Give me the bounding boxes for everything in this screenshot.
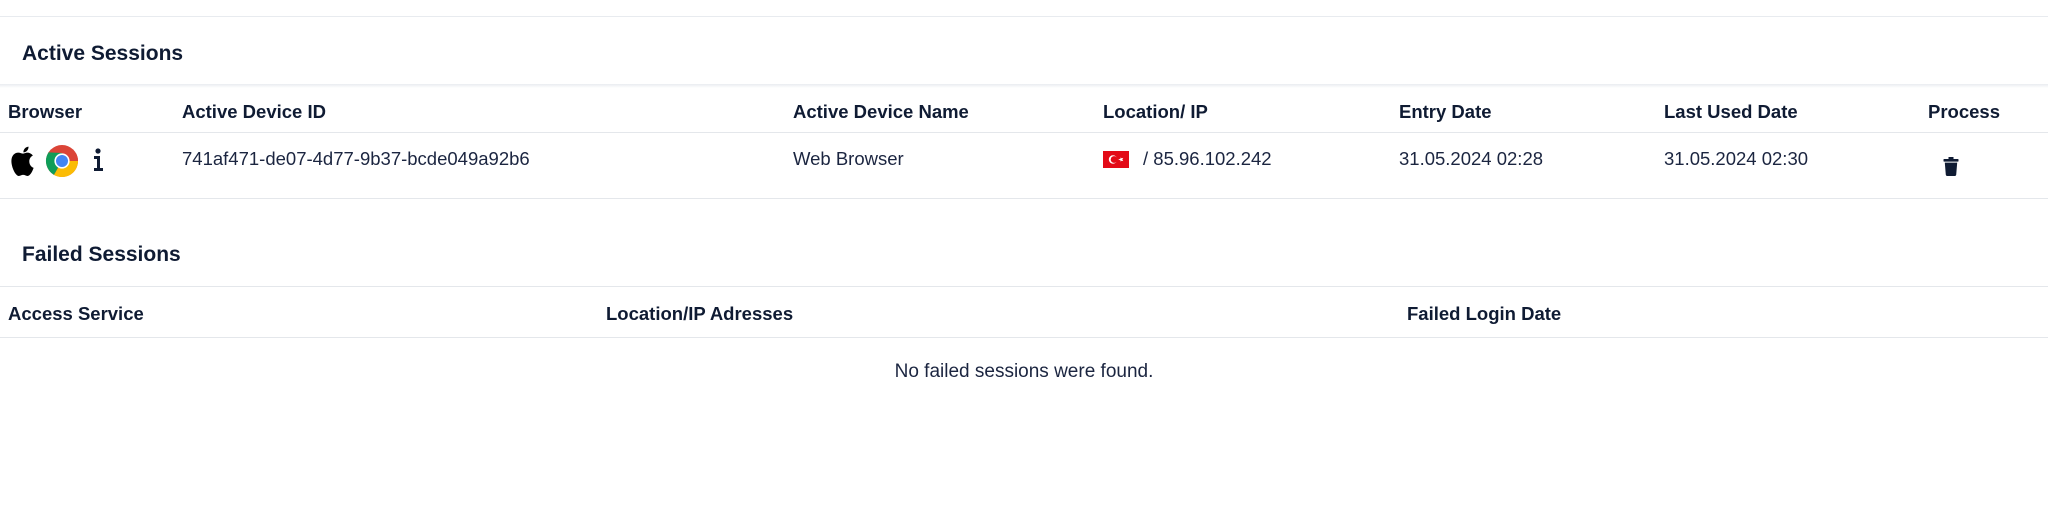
top-divider bbox=[0, 16, 2048, 17]
header-divider bbox=[0, 132, 2048, 133]
apple-icon bbox=[11, 146, 34, 176]
column-header-failed-login-date: Failed Login Date bbox=[1407, 303, 1562, 324]
column-header-access-service: Access Service bbox=[8, 303, 144, 324]
column-header-location-ip: Location/ IP bbox=[1103, 101, 1208, 122]
entry-date-cell: 31.05.2024 02:28 bbox=[1399, 148, 1544, 169]
device-id-cell: 741af471-de07-4d77-9b37-bcde049a92b6 bbox=[182, 148, 530, 169]
failed-sessions-title: Failed Sessions bbox=[22, 243, 181, 266]
column-header-browser: Browser bbox=[8, 101, 83, 122]
trash-icon[interactable] bbox=[1943, 157, 1959, 176]
column-header-device-id: Active Device ID bbox=[182, 101, 326, 122]
column-header-location-ip-addresses: Location/IP Adresses bbox=[606, 303, 794, 324]
last-used-date-cell: 31.05.2024 02:30 bbox=[1664, 148, 1809, 169]
column-header-device-name: Active Device Name bbox=[793, 101, 969, 122]
info-icon[interactable] bbox=[91, 147, 105, 173]
column-header-entry-date: Entry Date bbox=[1399, 101, 1492, 122]
device-name-cell: Web Browser bbox=[793, 148, 904, 169]
column-header-last-used-date: Last Used Date bbox=[1664, 101, 1798, 122]
chrome-icon bbox=[45, 145, 79, 178]
column-header-process: Process bbox=[1928, 101, 2000, 122]
active-sessions-title: Active Sessions bbox=[22, 42, 184, 65]
empty-state-message: No failed sessions were found. bbox=[894, 361, 1154, 382]
table-header-shadow bbox=[0, 84, 2048, 88]
failed-header-divider bbox=[0, 337, 2048, 338]
ip-address-cell: / 85.96.102.242 bbox=[1143, 148, 1272, 169]
turkey-flag-icon bbox=[1103, 151, 1129, 168]
failed-header-top-divider bbox=[0, 286, 2048, 287]
row-divider bbox=[0, 198, 2048, 199]
